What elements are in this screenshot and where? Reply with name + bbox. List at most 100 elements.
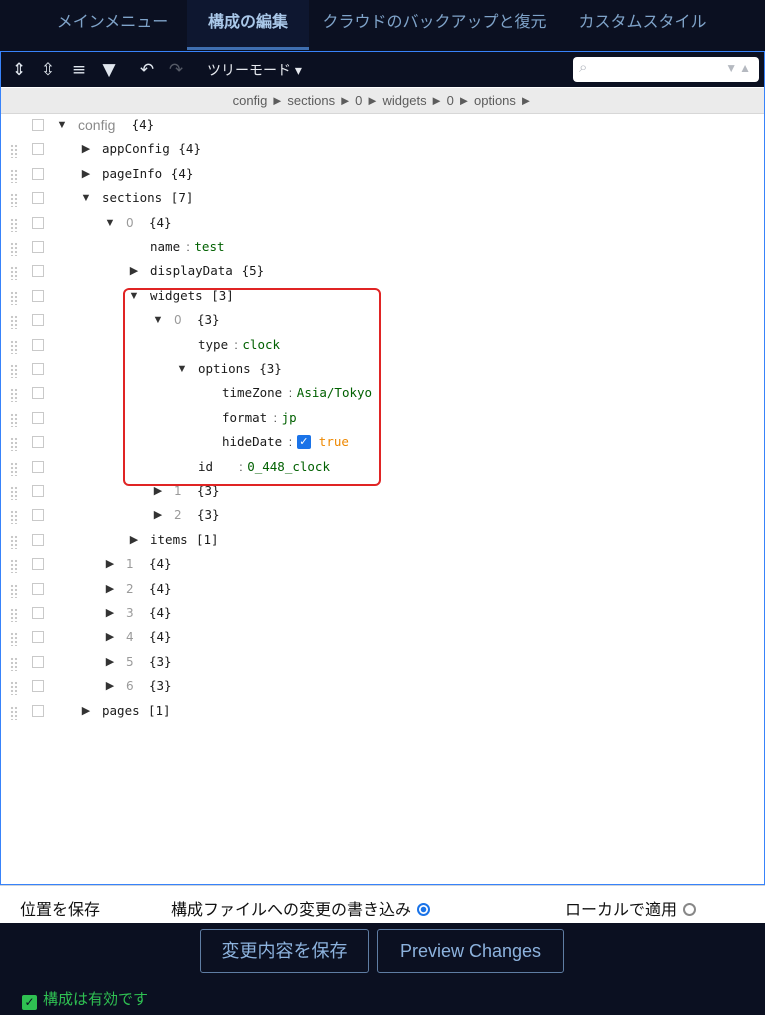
tree-row[interactable]: ▶ pages [1] [1,700,764,724]
expand-icon[interactable]: ▶ [104,654,116,670]
tree-index[interactable]: 5 [126,653,134,671]
drag-handle-icon[interactable] [10,583,18,598]
tree-index[interactable]: 2 [126,580,134,598]
row-checkbox[interactable] [32,631,44,644]
tree-row[interactable]: hideDate: ✓ true [1,431,764,455]
save-position-label[interactable]: 位置を保存 [20,896,100,920]
tab-cloud-backup[interactable]: クラウドのバックアップと復元 [312,0,557,50]
collapse-icon[interactable]: ▼ [104,215,116,231]
expand-icon[interactable]: ▶ [128,532,140,548]
row-checkbox[interactable] [32,607,44,619]
tree-key[interactable]: appConfig [102,140,170,158]
drag-handle-icon[interactable] [10,266,18,281]
drag-handle-icon[interactable] [10,705,18,720]
drag-handle-icon[interactable] [10,242,18,256]
drag-handle-icon[interactable] [10,412,18,427]
drag-handle-icon[interactable] [10,364,18,378]
tree-key[interactable]: sections [102,189,162,207]
row-checkbox[interactable] [32,655,44,668]
drag-handle-icon[interactable] [10,290,18,305]
expand-icon[interactable]: ▶ [80,166,92,182]
tree-index[interactable]: 0 [126,214,134,232]
write-config-option[interactable]: 構成ファイルへの変更の書き込み [171,896,431,920]
drag-handle-icon[interactable] [10,656,18,671]
tree-value[interactable]: Asia/Tokyo [297,384,372,402]
drag-handle-icon[interactable] [10,486,18,500]
tree-index[interactable]: 1 [174,482,182,500]
row-checkbox[interactable] [32,387,44,400]
drag-handle-icon[interactable] [10,339,18,354]
tree-row[interactable]: ▶ items [1] [1,529,764,553]
expand-icon[interactable]: ▶ [80,703,92,719]
tree-row[interactable]: ▶ 3 {4} [1,602,764,626]
tree-value[interactable]: 0_448_clock [247,458,330,476]
row-checkbox[interactable] [32,265,44,278]
tree-key[interactable]: widgets [150,287,203,305]
tree-row[interactable]: ▶ displayData {5} [1,260,764,284]
tree-value[interactable]: test [194,238,224,256]
apply-local-option[interactable]: ローカルで適用 [565,896,697,920]
tree-key[interactable]: id [198,458,213,476]
tree-index[interactable]: 2 [174,506,182,524]
tree-row[interactable]: format: jp [1,407,764,431]
collapse-all-icon[interactable]: ⇳ [36,58,60,82]
tab-custom-style[interactable]: カスタムスタイル [560,0,725,50]
tree-key[interactable]: config [78,116,115,134]
tree-row[interactable]: ▼ config {4} [1,114,764,138]
expand-icon[interactable]: ▶ [104,581,116,597]
search-nav-arrows[interactable]: ▼▲ [725,61,753,75]
drag-handle-icon[interactable] [10,461,18,476]
tree-key[interactable]: timeZone [222,384,282,402]
expand-icon[interactable]: ▶ [80,141,92,157]
row-checkbox[interactable] [32,119,44,131]
tree-index[interactable]: 1 [126,555,134,573]
tree-row[interactable]: ▼ sections [7] [1,187,764,211]
row-checkbox[interactable] [32,704,44,717]
filter-icon[interactable]: ▼ [97,58,121,82]
preview-changes-button[interactable]: Preview Changes [377,929,564,973]
drag-handle-icon[interactable] [10,559,18,574]
tree-key[interactable]: type [198,336,228,354]
drag-handle-icon[interactable] [10,388,18,403]
row-checkbox[interactable] [32,338,44,351]
tree-value[interactable]: clock [242,336,280,354]
expand-icon[interactable]: ▶ [104,605,116,621]
drag-handle-icon[interactable] [10,193,18,208]
drag-handle-icon[interactable] [10,144,18,159]
row-checkbox[interactable] [32,485,44,497]
undo-icon[interactable]: ↶ [135,58,159,82]
tab-main-menu[interactable]: メインメニュー [40,0,185,50]
expand-icon[interactable]: ▶ [152,483,164,499]
tree-key[interactable]: pageInfo [102,165,162,183]
mode-select[interactable]: ツリーモード ▾ [201,59,308,81]
tree-index[interactable]: 0 [174,311,182,329]
row-checkbox[interactable] [32,533,44,546]
collapse-icon[interactable]: ▼ [128,288,140,304]
expand-icon[interactable]: ▶ [128,263,140,279]
row-checkbox[interactable] [32,167,44,180]
expand-icon[interactable]: ▶ [104,556,116,572]
tree-row[interactable]: ▶ 1 {3} [1,480,764,504]
row-checkbox[interactable] [32,411,44,424]
drag-handle-icon[interactable] [10,217,18,232]
tree-row[interactable]: ▶ appConfig {4} [1,138,764,162]
expand-icon[interactable]: ▶ [152,507,164,523]
tree-key[interactable]: pages [102,702,140,720]
tab-edit-config[interactable]: 構成の編集 [187,0,309,50]
tree-row[interactable]: ▼ 0 {4} [1,212,764,236]
row-checkbox[interactable] [32,314,44,327]
drag-handle-icon[interactable] [10,681,18,696]
tree-key[interactable]: options [198,360,251,378]
drag-handle-icon[interactable] [10,534,18,549]
tree-key[interactable]: hideDate [222,433,282,451]
row-checkbox[interactable] [32,680,44,693]
tree-index[interactable]: 4 [126,628,134,646]
apply-local-radio[interactable] [683,903,697,916]
tree-row[interactable]: ▶ 5 {3} [1,651,764,675]
tree-key[interactable]: name [150,238,180,256]
tree-row[interactable]: ▶ 1 {4} [1,553,764,577]
row-checkbox[interactable] [32,216,44,229]
tree-row[interactable]: id:0_448_clock [1,456,764,480]
drag-handle-icon[interactable] [10,608,18,622]
expand-all-icon[interactable]: ⇕ [7,58,31,82]
